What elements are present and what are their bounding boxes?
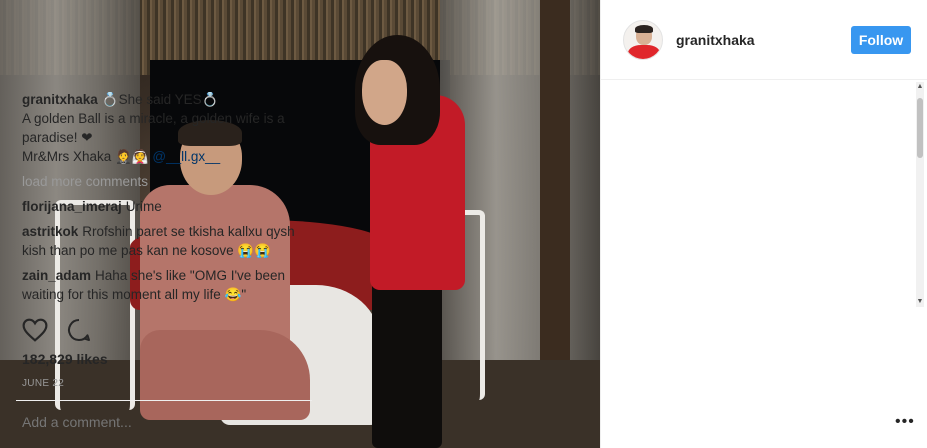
load-more-comments[interactable]: load more comments xyxy=(22,172,312,191)
post-header: granitxhaka Follow xyxy=(601,0,927,80)
divider xyxy=(16,400,312,401)
follow-button[interactable]: Follow xyxy=(851,25,911,54)
add-comment-input[interactable] xyxy=(22,414,272,430)
scrollbar-thumb[interactable] xyxy=(917,98,923,158)
post-side-panel: granitxhaka Follow xyxy=(600,0,927,448)
comments-list[interactable]: granitxhaka 💍She said YES💍 A golden Ball … xyxy=(22,90,312,304)
woman-face xyxy=(362,60,407,125)
post-date: JUNE 22 xyxy=(22,378,65,389)
header-username[interactable]: granitxhaka xyxy=(676,32,851,48)
avatar-shirt xyxy=(628,44,660,59)
list-item: zain_adam Haha she's like "OMG I've been … xyxy=(22,266,312,304)
caption-line2: A golden Ball is a miracle, a golden wif… xyxy=(22,111,285,145)
scroll-down-arrow-icon[interactable]: ▼ xyxy=(916,297,924,307)
woman-legs xyxy=(372,280,442,448)
list-item: florijana_imeraj Urime xyxy=(22,197,312,216)
comments-scrollbar[interactable]: ▲ ▼ xyxy=(916,82,924,307)
list-item: astritkok Rrofshin paret se tkisha kallxu… xyxy=(22,222,312,260)
caption-username[interactable]: granitxhaka xyxy=(22,92,98,107)
comment-username[interactable]: florijana_imeraj xyxy=(22,199,122,214)
caption-line1: 💍She said YES💍 xyxy=(101,92,219,107)
caption-line3: Mr&Mrs Xhaka 🤵👰 xyxy=(22,149,153,164)
heart-icon[interactable] xyxy=(22,318,48,347)
avatar[interactable] xyxy=(623,19,663,60)
comment-username[interactable]: zain_adam xyxy=(22,268,91,283)
caption: granitxhaka 💍She said YES💍 A golden Ball … xyxy=(22,90,312,166)
man-legs xyxy=(140,330,310,420)
comment-username[interactable]: astritkok xyxy=(22,224,78,239)
comment-text: Urime xyxy=(125,199,162,214)
post-actions xyxy=(22,318,92,347)
more-options-icon[interactable]: ••• xyxy=(895,414,915,430)
comment-bubble-icon[interactable] xyxy=(66,318,92,347)
caption-mention[interactable]: @__ll.gx__ xyxy=(152,149,220,164)
avatar-hair xyxy=(635,24,653,33)
likes-count[interactable]: 182,829 likes xyxy=(22,351,108,367)
scroll-up-arrow-icon[interactable]: ▲ xyxy=(916,82,924,92)
